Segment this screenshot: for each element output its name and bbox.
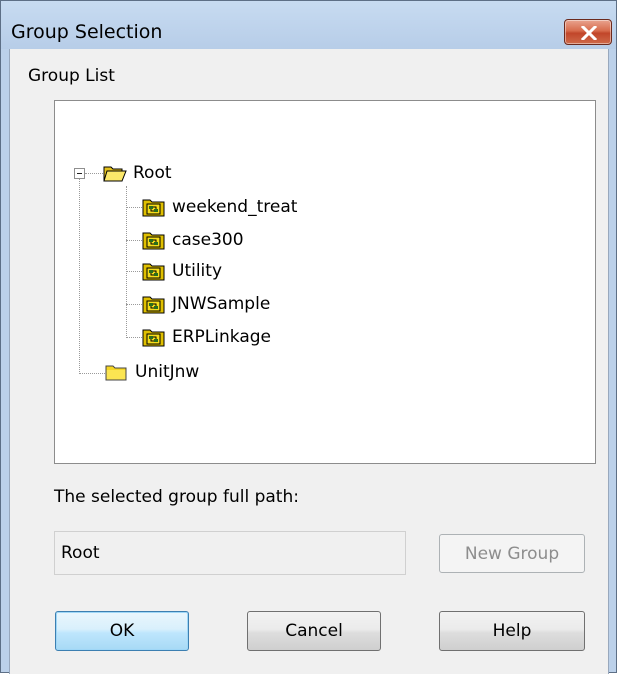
dialog-client-area: Group List Root weekend_treat case300 Ut… <box>9 49 609 674</box>
jobnet-group-icon <box>142 229 166 251</box>
jobnet-group-icon <box>142 293 166 315</box>
root-collapse-toggle[interactable] <box>74 168 85 179</box>
tree-node-label: JNWSample <box>172 294 271 314</box>
help-button[interactable]: Help <box>439 611 585 651</box>
tree-node-label: Root <box>133 163 172 183</box>
tree-node-erplinkage[interactable]: ERPLinkage <box>142 324 271 350</box>
group-list-label: Group List <box>28 66 115 86</box>
tree-node-label: weekend_treat <box>172 197 298 217</box>
tree-node-weekend-treat[interactable]: weekend_treat <box>142 194 297 220</box>
tree-node-root[interactable]: Root <box>103 160 172 186</box>
selected-path-field: Root <box>54 531 406 575</box>
tree-node-label: ERPLinkage <box>172 327 271 347</box>
tree-node-case300[interactable]: case300 <box>142 227 244 253</box>
tree-node-utility[interactable]: Utility <box>142 258 222 284</box>
tree-node-unitjnw[interactable]: UnitJnw <box>105 359 199 385</box>
close-icon <box>581 26 597 40</box>
jobnet-group-icon <box>142 326 166 348</box>
tree-node-label: UnitJnw <box>135 362 200 382</box>
ok-button[interactable]: OK <box>55 611 189 651</box>
jobnet-group-icon <box>142 196 166 218</box>
group-tree[interactable]: Root weekend_treat case300 Utility JNWSa… <box>54 100 596 464</box>
jobnet-group-icon <box>142 260 166 282</box>
cancel-button[interactable]: Cancel <box>247 611 381 651</box>
title-bar[interactable]: Group Selection <box>1 1 616 49</box>
window-title: Group Selection <box>11 21 163 43</box>
folder-closed-icon <box>105 361 129 383</box>
tree-node-jnwsample[interactable]: JNWSample <box>142 291 270 317</box>
tree-node-label: case300 <box>172 230 244 250</box>
group-selection-dialog: Group Selection Group List Root weekend_… <box>0 0 617 674</box>
close-button[interactable] <box>564 19 612 45</box>
selected-path-label: The selected group full path: <box>54 487 299 507</box>
tree-node-label: Utility <box>172 261 223 281</box>
folder-open-icon <box>103 162 127 184</box>
new-group-button[interactable]: New Group <box>439 534 585 573</box>
